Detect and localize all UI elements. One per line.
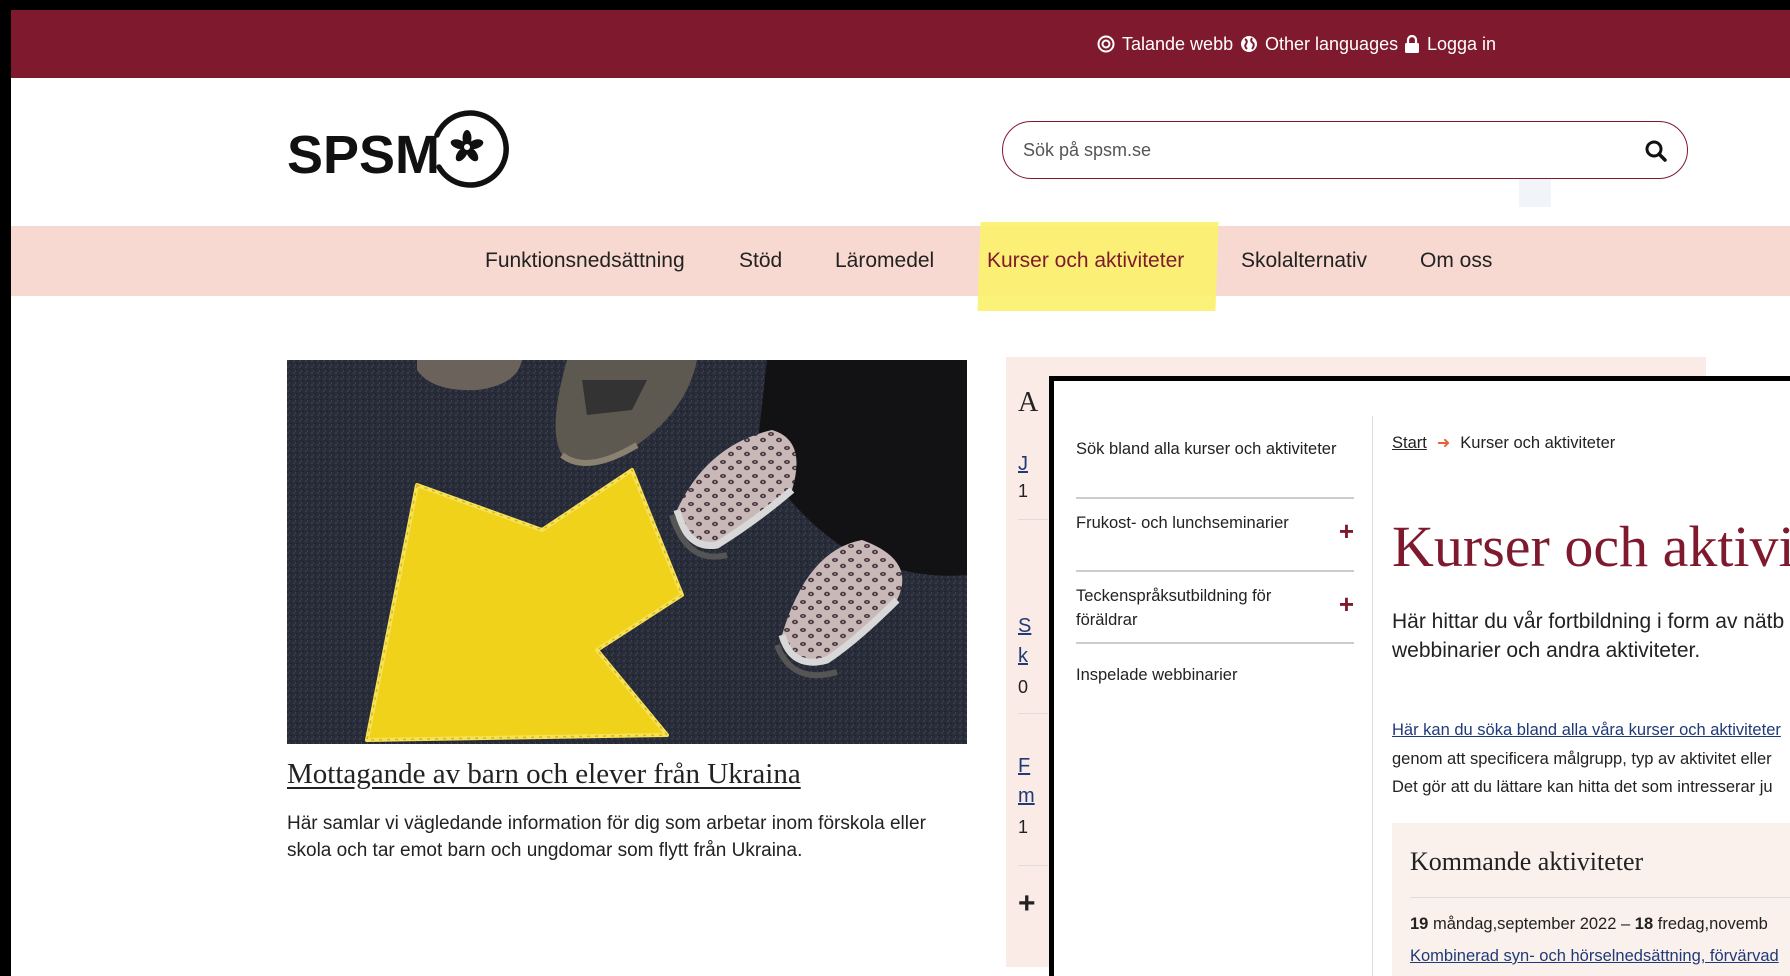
side-more-plus-icon[interactable]: + — [1018, 887, 1036, 921]
faded-box — [1519, 178, 1551, 207]
overlay-screenshot: Sök bland alla kurser och aktiviteter Fr… — [1049, 376, 1790, 976]
sidebar-item-label: Sök bland alla kurser och aktiviteter — [1076, 440, 1337, 458]
spsm-logo[interactable]: SPSM — [287, 105, 511, 195]
sidebar-item-label: Frukost- och lunchseminarier — [1076, 514, 1289, 532]
end-day: 18 — [1634, 915, 1654, 933]
page: Talande webb Other languages Logga in SP… — [11, 10, 1790, 976]
upcoming-activities-box: Kommande aktiviteter 19 måndag,september… — [1392, 823, 1790, 976]
logga-in-link[interactable]: Logga in — [1404, 30, 1496, 58]
breadcrumb-current: Kurser och aktiviteter — [1460, 433, 1616, 452]
hero-description: Här samlar vi vägledande information för… — [287, 813, 926, 861]
side-divider — [1018, 713, 1048, 714]
hero-title-link[interactable]: Mottagande av barn och elever från Ukrai… — [287, 758, 801, 791]
sidebar-item-teckensprak[interactable]: Teckenspråksutbildning för föräldrar + — [1076, 584, 1354, 632]
intro-line: webbinarier och andra aktiviteter. — [1392, 639, 1701, 662]
nav-laromedel[interactable]: Läromedel — [835, 226, 934, 296]
upcoming-title: Kommande aktiviteter — [1410, 847, 1644, 876]
end-date: fredag,novemb — [1657, 915, 1768, 933]
talande-webb-link[interactable]: Talande webb — [1097, 30, 1233, 58]
faded-background-element — [1519, 175, 1759, 210]
nav-funktionsnedsattning[interactable]: Funktionsnedsättning — [485, 226, 685, 296]
globe-icon — [1241, 36, 1257, 52]
search-box — [1002, 121, 1688, 179]
logga-in-label: Logga in — [1427, 33, 1497, 54]
search-all-courses-link[interactable]: Här kan du söka bland alla våra kurser o… — [1392, 716, 1781, 745]
side-link-peek-2a[interactable]: S — [1018, 615, 1031, 638]
start-date: måndag,september 2022 — [1432, 915, 1617, 933]
search-input[interactable] — [1023, 136, 1603, 164]
target-icon — [1097, 35, 1115, 53]
sidebar-divider — [1076, 497, 1354, 499]
side-panel-heading-peek: A — [1018, 387, 1039, 418]
utility-bar: Talande webb Other languages Logga in — [11, 10, 1790, 78]
lock-icon — [1405, 35, 1419, 53]
nav-stod[interactable]: Stöd — [739, 226, 782, 296]
sidebar-item-webbinarier[interactable]: Inspelade webbinarier — [1076, 663, 1354, 687]
start-day: 19 — [1410, 915, 1429, 933]
talande-webb-label: Talande webb — [1122, 33, 1234, 54]
intro-line: Här hittar du vår fortbildning i form av… — [1392, 610, 1785, 633]
sidebar-item-frukost[interactable]: Frukost- och lunchseminarier + — [1076, 511, 1354, 544]
activity-link[interactable]: Kombinerad syn- och hörselnedsättning, f… — [1410, 947, 1779, 966]
arrow-right-icon: ➜ — [1436, 435, 1451, 452]
side-link-peek-3a[interactable]: F — [1018, 755, 1030, 778]
hero-image[interactable] — [287, 360, 967, 744]
nav-kurser-och-aktiviteter[interactable]: Kurser och aktiviteter — [987, 226, 1184, 296]
intro-text: Här hittar du vår fortbildning i form av… — [1392, 607, 1790, 665]
side-divider — [1018, 865, 1048, 866]
side-date-peek-1: 1 — [1018, 481, 1029, 501]
nav-om-oss[interactable]: Om oss — [1420, 226, 1492, 296]
side-link-peek-2b[interactable]: k — [1018, 645, 1028, 668]
body-line: genom att specificera målgrupp, typ av a… — [1392, 749, 1772, 768]
date-dash: – — [1621, 915, 1631, 933]
overlay-sidebar-divider — [1372, 416, 1373, 976]
sidebar-item-label: Inspelade webbinarier — [1076, 666, 1238, 684]
plus-icon[interactable]: + — [1339, 518, 1354, 544]
upcoming-divider — [1410, 897, 1790, 898]
sidebar-divider — [1076, 570, 1354, 572]
activity-dates: 19 måndag,september 2022 – 18 fredag,nov… — [1410, 915, 1768, 934]
side-link-peek-1[interactable]: J — [1018, 453, 1028, 476]
page-title: Kurser och aktivit — [1392, 514, 1790, 579]
logo-text: SPSM — [287, 125, 440, 185]
sidebar-item-label: Teckenspråksutbildning för föräldrar — [1076, 587, 1272, 629]
side-divider — [1018, 519, 1048, 520]
body-line: Det gör att du lättare kan hitta det som… — [1392, 778, 1773, 796]
side-link-peek-3b[interactable]: m — [1018, 785, 1035, 808]
search-icon[interactable] — [1643, 138, 1669, 164]
body-text: Här kan du söka bland alla våra kurser o… — [1392, 716, 1781, 802]
breadcrumb-start[interactable]: Start — [1392, 434, 1427, 453]
side-date-peek-3: 1 — [1018, 817, 1029, 837]
sidebar-item-sok-kurser[interactable]: Sök bland alla kurser och aktiviteter — [1076, 437, 1354, 461]
other-languages-label: Other languages — [1265, 33, 1399, 54]
flower-icon — [434, 110, 509, 188]
nav-skolalternativ[interactable]: Skolalternativ — [1241, 226, 1367, 296]
other-languages-link[interactable]: Other languages — [1240, 30, 1398, 58]
sidebar-divider — [1076, 642, 1354, 644]
plus-icon[interactable]: + — [1339, 591, 1354, 617]
side-date-peek-2: 0 — [1018, 677, 1029, 697]
breadcrumb: Start ➜ Kurser och aktiviteter — [1392, 433, 1615, 453]
